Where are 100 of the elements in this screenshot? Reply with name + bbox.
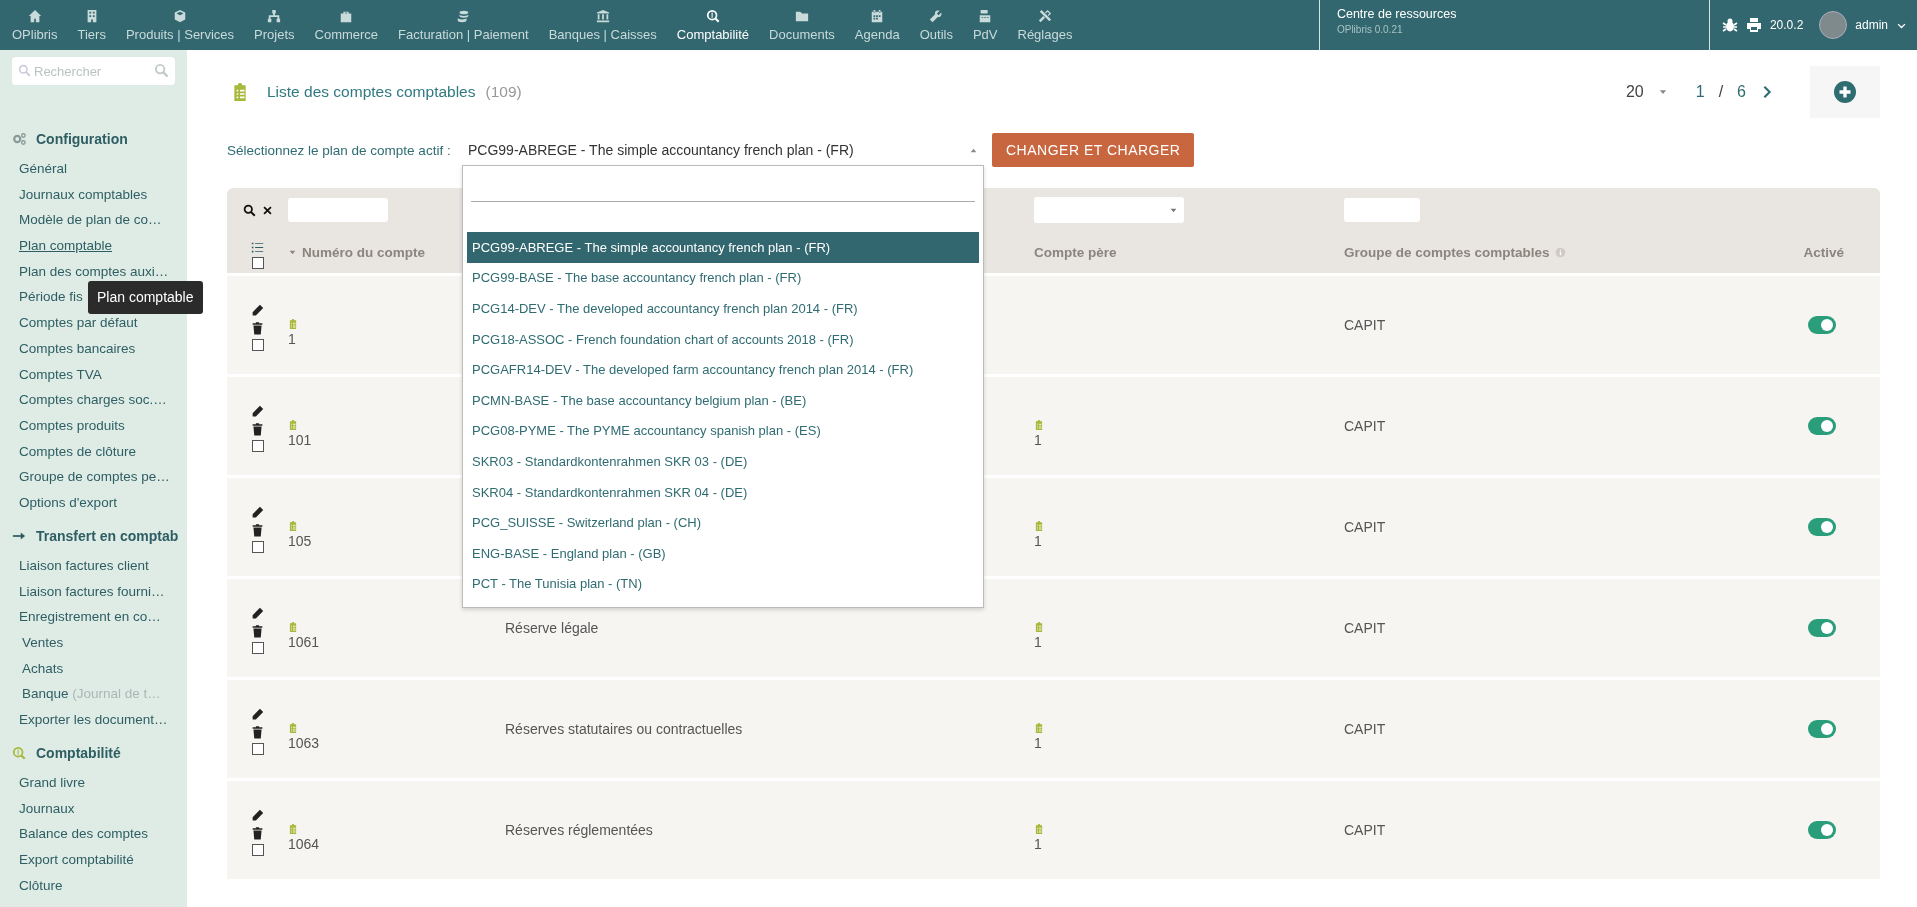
clipboard-list-icon[interactable] (1034, 620, 1044, 633)
search-icon[interactable] (242, 203, 256, 217)
section-title[interactable]: Configuration (36, 131, 128, 147)
sidebar-link[interactable]: Modèle de plan de co… (19, 209, 175, 231)
sidebar-link[interactable]: Général (19, 158, 175, 179)
dropdown-option[interactable]: SKR03 - Standardkontenrahmen SKR 03 - (DE) (467, 446, 979, 477)
clipboard-list-icon[interactable] (288, 721, 298, 734)
dropdown-option[interactable]: SKR04 - Standardkontenrahmen SKR 04 - (DE) (467, 476, 979, 508)
dropdown-option[interactable]: PCG_SUISSE - Switzerland plan - (CH) (467, 507, 979, 538)
list-icon[interactable] (251, 240, 264, 254)
sidebar-link[interactable]: Liaison factures client (19, 554, 175, 576)
toggle-switch[interactable] (1808, 417, 1836, 435)
resource-center-title[interactable]: Centre de ressources (1336, 7, 1692, 21)
sidebar-link[interactable]: Groupe de comptes pe… (19, 466, 175, 488)
clipboard-list-icon[interactable] (288, 822, 298, 835)
nav-item[interactable]: Banques | Caisses (538, 0, 667, 50)
sidebar-link[interactable]: Plan comptable (19, 235, 175, 257)
filter-field[interactable] (288, 198, 388, 222)
change-and-load-button[interactable]: CHANGER ET CHARGER (992, 133, 1195, 167)
clipboard-list-icon[interactable] (288, 418, 298, 431)
section-title[interactable]: Comptabilité (36, 745, 121, 762)
sidebar-link[interactable]: Clôture (19, 874, 175, 896)
clipboard-list-icon[interactable] (288, 519, 298, 532)
clipboard-list-icon[interactable] (1034, 721, 1044, 734)
avatar[interactable] (1819, 11, 1848, 39)
toggle-switch[interactable] (1808, 518, 1836, 536)
sidebar-link[interactable]: Comptes de clôture (19, 440, 175, 462)
clipboard-list-icon[interactable] (1034, 418, 1044, 431)
trash-icon[interactable] (251, 724, 264, 739)
section-title[interactable]: Transfert en comptab (36, 527, 179, 544)
dropdown-option[interactable]: PCT - The Tunisia plan - (TN) (467, 568, 979, 600)
pencil-icon[interactable] (251, 404, 264, 418)
row-checkbox[interactable] (251, 843, 264, 856)
trash-icon[interactable] (251, 421, 264, 436)
dropdown-option[interactable]: PCG99-BASE - The base accountancy french plan - (FR) (467, 262, 979, 294)
dropdown-option[interactable]: PCGAFR14-DEV - The developed farm accountancy french plan 2014 - (FR) (467, 354, 979, 385)
close-icon[interactable] (261, 204, 273, 216)
sidebar-link[interactable]: Comptes par défaut (19, 312, 175, 334)
printer-icon[interactable] (1745, 17, 1762, 33)
dropdown-option[interactable]: PCG08-PYME - The PYME accountancy spanish plan - (ES) (467, 415, 979, 447)
toggle-switch[interactable] (1808, 720, 1836, 738)
sidebar-link[interactable]: Comptes bancaires (19, 337, 175, 359)
dropdown-option[interactable]: PCMN-BASE - The base accountancy belgium plan - (BE) (467, 384, 979, 416)
nav-item[interactable]: Commerce (304, 0, 389, 50)
trash-icon[interactable] (251, 825, 264, 840)
add-button[interactable] (1810, 66, 1880, 118)
clipboard-list-icon[interactable] (1034, 519, 1044, 532)
row-checkbox[interactable] (251, 641, 264, 654)
pencil-icon[interactable] (251, 606, 264, 620)
sidebar-link[interactable]: Comptes TVA (19, 363, 175, 385)
row-checkbox[interactable] (251, 338, 264, 351)
nav-item[interactable]: Facturation | Paiement (388, 0, 539, 50)
row-checkbox[interactable] (251, 540, 264, 553)
sidebar-link[interactable]: Enregistrement en co… (19, 606, 175, 628)
clipboard-list-icon[interactable] (288, 620, 298, 633)
nav-item[interactable]: Projets (244, 0, 305, 50)
pencil-icon[interactable] (251, 303, 264, 317)
dropdown-option[interactable]: PCG99-ABREGE - The simple accountancy french plan - (FR) (467, 232, 979, 263)
pencil-icon[interactable] (251, 505, 264, 519)
sidebar-link[interactable]: Export comptabilité (19, 849, 175, 871)
toggle-switch[interactable] (1808, 316, 1836, 334)
sidebar-link[interactable]: Journaux (19, 797, 175, 819)
sidebar-link[interactable]: Comptes charges soc.… (19, 389, 175, 411)
sidebar-link[interactable]: Plan des comptes auxi… (19, 260, 175, 282)
sidebar-link[interactable]: Comptes produits (19, 414, 175, 436)
nav-item[interactable]: Agenda (844, 0, 910, 50)
nav-item[interactable]: PdV (962, 0, 1008, 50)
sidebar-link[interactable]: Journaux comptables (19, 183, 175, 205)
trash-icon[interactable] (251, 320, 264, 335)
clipboard-list-icon[interactable] (1034, 822, 1044, 835)
dropdown-option[interactable]: ENG-BASE - England plan - (GB) (467, 537, 979, 569)
trash-icon[interactable] (251, 522, 264, 537)
nav-item[interactable]: Tiers (67, 0, 116, 50)
bug-icon[interactable] (1721, 17, 1738, 33)
row-checkbox[interactable] (251, 439, 264, 452)
row-checkbox[interactable] (251, 742, 264, 755)
page-size-select[interactable]: 20 (1625, 83, 1668, 101)
pencil-icon[interactable] (251, 707, 264, 721)
sidebar-link[interactable]: Grand livre (19, 772, 175, 794)
user-name[interactable]: admin (1855, 18, 1888, 32)
sidebar-link[interactable]: Liaison factures fourni… (19, 580, 175, 602)
pencil-icon[interactable] (251, 808, 264, 822)
sidebar-link[interactable]: Ventes (22, 632, 175, 653)
dropdown-option[interactable]: PCG14-DEV - The developed accountancy french plan 2014 - (FR) (467, 293, 979, 324)
clipboard-list-icon[interactable] (288, 317, 298, 330)
nav-item[interactable]: Comptabilité (666, 0, 760, 50)
nav-item[interactable]: Outils (909, 0, 963, 50)
select-all-checkbox[interactable] (251, 256, 264, 269)
sidebar-link[interactable]: Options d'export (19, 491, 175, 513)
dropdown-option[interactable]: PCG18-ASSOC - French foundation chart of accounts 2018 - (FR) (467, 323, 979, 355)
nav-item[interactable]: Produits | Services (115, 0, 245, 50)
sidebar-link[interactable]: Achats (22, 657, 175, 679)
filter-field[interactable] (1344, 198, 1420, 222)
plan-select[interactable]: PCG99-ABREGE - The simple accountancy french plan - (FR) (462, 135, 984, 165)
nav-item[interactable]: OPlibris (2, 0, 68, 50)
search-field[interactable]: Rechercher (12, 57, 175, 85)
toggle-switch[interactable] (1808, 821, 1836, 839)
page-number[interactable]: 1 (1695, 83, 1705, 101)
sidebar-link[interactable]: Balance des comptes (19, 823, 175, 845)
toggle-switch[interactable] (1808, 619, 1836, 637)
